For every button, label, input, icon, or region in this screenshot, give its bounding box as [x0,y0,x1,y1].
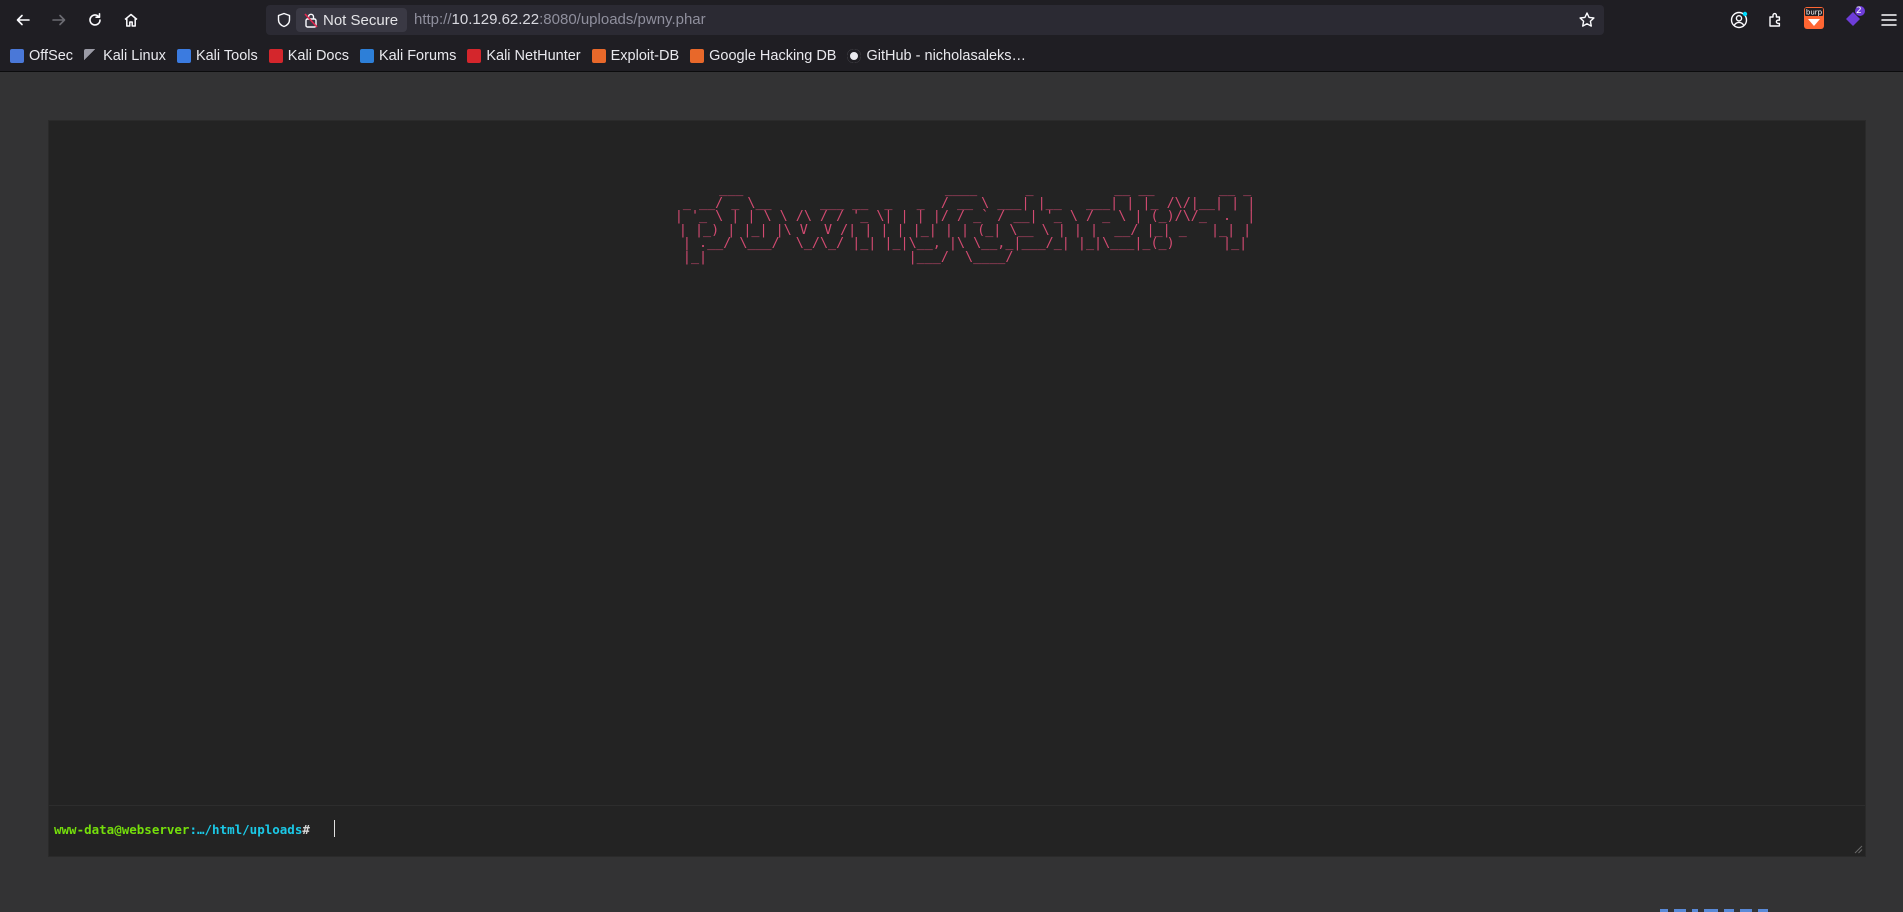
bookmark-label: GitHub - nicholasaleks… [866,48,1027,64]
bookmark-label: Kali NetHunter [486,48,581,64]
bookmark-item[interactable]: OffSec [10,48,73,64]
star-icon[interactable] [1578,11,1596,29]
kali-tools-icon [176,49,191,63]
bookmark-label: Kali Docs [287,48,349,64]
web-page: ___ ____ _ __ __ __ _ _ __/ _ \__ ___ __… [0,72,1903,912]
url-host: 10.129.62.22 [451,11,540,28]
reload-icon [89,13,101,26]
prompt-user: www-data@webserver [54,822,190,837]
account-button[interactable] [1728,9,1750,31]
bookmark-item[interactable]: Google Hacking DB [690,48,836,64]
burp-extension-button[interactable]: burp [1802,5,1826,31]
shell-prompt: www-data@webserver:…/html/uploads# [54,822,310,837]
bookmark-item[interactable]: GitHub - nicholasaleks… [847,48,1026,64]
kali-docs-icon [268,49,283,63]
puzzle-icon [1769,12,1781,27]
not-secure-label: Not Secure [323,11,399,29]
browser-chrome: Not Secure http://10.129.62.22:8080/uplo… [0,0,1903,72]
ascii-banner: ___ ____ _ __ __ __ _ _ __/ _ \__ ___ __… [674,182,1256,265]
wappalyzer-icon [1846,6,1865,26]
wappalyzer-extension-button[interactable]: 2 [1842,5,1866,31]
bookmark-label: Kali Tools [195,48,258,64]
back-button[interactable] [9,6,37,34]
command-line[interactable]: www-data@webserver:…/html/uploads# [49,805,1865,857]
bookmark-label: OffSec [29,48,74,64]
burp-icon: burp [1804,7,1824,29]
kali-dragon-icon [84,49,99,63]
url-path: :8080/uploads/pwny.phar [539,11,706,28]
home-button[interactable] [117,6,145,34]
ghdb-icon [690,49,705,63]
address-bar[interactable]: Not Secure http://10.129.62.22:8080/uplo… [266,5,1604,35]
shield-icon[interactable] [276,12,292,28]
bookmark-item[interactable]: Kali Linux [84,48,166,64]
not-secure-indicator[interactable]: Not Secure [296,8,408,32]
svg-text:burp: burp [1806,9,1823,17]
exploit-db-icon [591,49,606,63]
navigation-toolbar: Not Secure http://10.129.62.22:8080/uplo… [0,0,1903,40]
url-scheme: http:// [414,11,452,28]
arrow-left-icon [16,14,30,26]
home-icon [124,13,138,27]
reload-button[interactable] [81,6,109,34]
taskbar-edge [1660,906,1903,912]
terminal-window[interactable]: ___ ____ _ __ __ __ _ _ __/ _ \__ ___ __… [49,121,1865,856]
bookmark-label: Kali Forums [378,48,457,64]
bookmark-label: Google Hacking DB [709,48,837,64]
bookmark-item[interactable]: Kali Tools [176,48,258,64]
bookmark-label: Exploit-DB [610,48,680,64]
url-text[interactable]: http://10.129.62.22:8080/uploads/pwny.ph… [414,11,706,28]
bookmark-item[interactable]: Kali Docs [268,48,349,64]
menu-button[interactable] [1878,9,1900,31]
bookmarks-toolbar: OffSec Kali Linux Kali Tools Kali Docs Kali … [0,41,1903,71]
forward-button[interactable] [45,6,73,34]
kali-nethunter-icon [467,49,482,63]
arrow-right-icon [52,14,66,26]
hamburger-menu-icon [1881,14,1897,26]
terminal-output: ___ ____ _ __ __ __ _ _ __/ _ \__ ___ __… [49,121,1865,805]
broken-lock-icon [304,13,318,28]
prompt-path: :…/html/uploads [189,822,303,837]
bookmark-label: Kali Linux [103,48,166,64]
github-icon [847,49,862,63]
prompt-hash: # [302,822,310,837]
account-icon [1730,11,1748,29]
kali-forums-icon [359,49,374,63]
extensions-button[interactable] [1764,9,1786,31]
extension-badge: 2 [1856,6,1862,16]
resize-grip-icon[interactable] [1853,844,1863,854]
bookmark-item[interactable]: Kali Forums [359,48,457,64]
command-input-cursor[interactable] [334,820,335,837]
offsec-icon [10,49,24,63]
bookmark-item[interactable]: Kali NetHunter [467,48,581,64]
bookmark-item[interactable]: Exploit-DB [591,48,680,64]
